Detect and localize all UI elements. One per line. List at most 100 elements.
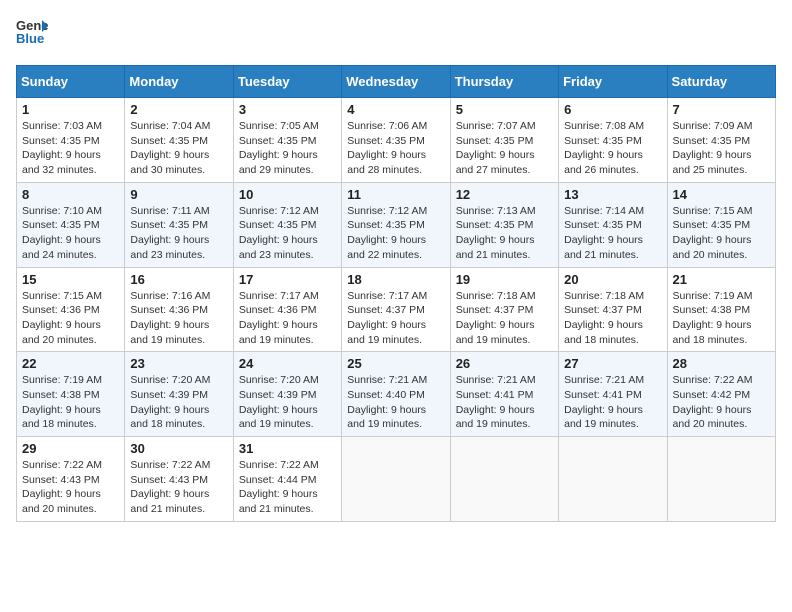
day-number: 22: [22, 356, 119, 371]
day-number: 23: [130, 356, 227, 371]
day-info: Sunrise: 7:21 AM Sunset: 4:41 PM Dayligh…: [564, 373, 661, 432]
calendar-cell: 14 Sunrise: 7:15 AM Sunset: 4:35 PM Dayl…: [667, 182, 775, 267]
day-info: Sunrise: 7:21 AM Sunset: 4:40 PM Dayligh…: [347, 373, 444, 432]
calendar-table: SundayMondayTuesdayWednesdayThursdayFrid…: [16, 65, 776, 522]
column-header-wednesday: Wednesday: [342, 66, 450, 98]
day-number: 4: [347, 102, 444, 117]
calendar-cell: 4 Sunrise: 7:06 AM Sunset: 4:35 PM Dayli…: [342, 98, 450, 183]
calendar-cell: 21 Sunrise: 7:19 AM Sunset: 4:38 PM Dayl…: [667, 267, 775, 352]
day-number: 31: [239, 441, 336, 456]
calendar-cell: 6 Sunrise: 7:08 AM Sunset: 4:35 PM Dayli…: [559, 98, 667, 183]
calendar-cell: 18 Sunrise: 7:17 AM Sunset: 4:37 PM Dayl…: [342, 267, 450, 352]
day-number: 27: [564, 356, 661, 371]
day-number: 19: [456, 272, 553, 287]
day-number: 10: [239, 187, 336, 202]
day-number: 14: [673, 187, 770, 202]
day-info: Sunrise: 7:20 AM Sunset: 4:39 PM Dayligh…: [130, 373, 227, 432]
calendar-cell: 23 Sunrise: 7:20 AM Sunset: 4:39 PM Dayl…: [125, 352, 233, 437]
calendar-cell: 25 Sunrise: 7:21 AM Sunset: 4:40 PM Dayl…: [342, 352, 450, 437]
day-info: Sunrise: 7:15 AM Sunset: 4:36 PM Dayligh…: [22, 289, 119, 348]
calendar-week-3: 15 Sunrise: 7:15 AM Sunset: 4:36 PM Dayl…: [17, 267, 776, 352]
day-info: Sunrise: 7:06 AM Sunset: 4:35 PM Dayligh…: [347, 119, 444, 178]
logo: General Blue: [16, 16, 48, 53]
day-info: Sunrise: 7:22 AM Sunset: 4:44 PM Dayligh…: [239, 458, 336, 517]
calendar-cell: 10 Sunrise: 7:12 AM Sunset: 4:35 PM Dayl…: [233, 182, 341, 267]
calendar-cell: 24 Sunrise: 7:20 AM Sunset: 4:39 PM Dayl…: [233, 352, 341, 437]
calendar-header-row: SundayMondayTuesdayWednesdayThursdayFrid…: [17, 66, 776, 98]
day-number: 28: [673, 356, 770, 371]
calendar-cell: 27 Sunrise: 7:21 AM Sunset: 4:41 PM Dayl…: [559, 352, 667, 437]
day-number: 24: [239, 356, 336, 371]
day-info: Sunrise: 7:21 AM Sunset: 4:41 PM Dayligh…: [456, 373, 553, 432]
day-info: Sunrise: 7:14 AM Sunset: 4:35 PM Dayligh…: [564, 204, 661, 263]
calendar-cell: 31 Sunrise: 7:22 AM Sunset: 4:44 PM Dayl…: [233, 437, 341, 522]
calendar-cell: 29 Sunrise: 7:22 AM Sunset: 4:43 PM Dayl…: [17, 437, 125, 522]
calendar-cell: 9 Sunrise: 7:11 AM Sunset: 4:35 PM Dayli…: [125, 182, 233, 267]
day-info: Sunrise: 7:22 AM Sunset: 4:43 PM Dayligh…: [22, 458, 119, 517]
calendar-cell: 20 Sunrise: 7:18 AM Sunset: 4:37 PM Dayl…: [559, 267, 667, 352]
calendar-cell: 17 Sunrise: 7:17 AM Sunset: 4:36 PM Dayl…: [233, 267, 341, 352]
calendar-cell: [450, 437, 558, 522]
day-info: Sunrise: 7:17 AM Sunset: 4:36 PM Dayligh…: [239, 289, 336, 348]
day-number: 16: [130, 272, 227, 287]
column-header-thursday: Thursday: [450, 66, 558, 98]
day-number: 9: [130, 187, 227, 202]
svg-text:Blue: Blue: [16, 31, 44, 46]
day-info: Sunrise: 7:09 AM Sunset: 4:35 PM Dayligh…: [673, 119, 770, 178]
day-number: 15: [22, 272, 119, 287]
calendar-cell: 7 Sunrise: 7:09 AM Sunset: 4:35 PM Dayli…: [667, 98, 775, 183]
day-info: Sunrise: 7:19 AM Sunset: 4:38 PM Dayligh…: [22, 373, 119, 432]
column-header-friday: Friday: [559, 66, 667, 98]
day-info: Sunrise: 7:16 AM Sunset: 4:36 PM Dayligh…: [130, 289, 227, 348]
day-number: 8: [22, 187, 119, 202]
calendar-cell: [342, 437, 450, 522]
day-number: 25: [347, 356, 444, 371]
day-info: Sunrise: 7:03 AM Sunset: 4:35 PM Dayligh…: [22, 119, 119, 178]
column-header-saturday: Saturday: [667, 66, 775, 98]
day-number: 20: [564, 272, 661, 287]
day-number: 18: [347, 272, 444, 287]
day-info: Sunrise: 7:07 AM Sunset: 4:35 PM Dayligh…: [456, 119, 553, 178]
calendar-cell: 1 Sunrise: 7:03 AM Sunset: 4:35 PM Dayli…: [17, 98, 125, 183]
day-info: Sunrise: 7:12 AM Sunset: 4:35 PM Dayligh…: [239, 204, 336, 263]
day-info: Sunrise: 7:08 AM Sunset: 4:35 PM Dayligh…: [564, 119, 661, 178]
calendar-cell: 16 Sunrise: 7:16 AM Sunset: 4:36 PM Dayl…: [125, 267, 233, 352]
calendar-cell: 8 Sunrise: 7:10 AM Sunset: 4:35 PM Dayli…: [17, 182, 125, 267]
calendar-cell: 12 Sunrise: 7:13 AM Sunset: 4:35 PM Dayl…: [450, 182, 558, 267]
calendar-cell: [559, 437, 667, 522]
calendar-cell: 28 Sunrise: 7:22 AM Sunset: 4:42 PM Dayl…: [667, 352, 775, 437]
day-info: Sunrise: 7:20 AM Sunset: 4:39 PM Dayligh…: [239, 373, 336, 432]
logo-icon: General Blue: [16, 16, 48, 53]
day-number: 2: [130, 102, 227, 117]
calendar-week-2: 8 Sunrise: 7:10 AM Sunset: 4:35 PM Dayli…: [17, 182, 776, 267]
column-header-sunday: Sunday: [17, 66, 125, 98]
column-header-tuesday: Tuesday: [233, 66, 341, 98]
day-number: 6: [564, 102, 661, 117]
column-header-monday: Monday: [125, 66, 233, 98]
calendar-week-4: 22 Sunrise: 7:19 AM Sunset: 4:38 PM Dayl…: [17, 352, 776, 437]
calendar-cell: 13 Sunrise: 7:14 AM Sunset: 4:35 PM Dayl…: [559, 182, 667, 267]
day-number: 13: [564, 187, 661, 202]
day-info: Sunrise: 7:13 AM Sunset: 4:35 PM Dayligh…: [456, 204, 553, 263]
day-info: Sunrise: 7:11 AM Sunset: 4:35 PM Dayligh…: [130, 204, 227, 263]
day-number: 3: [239, 102, 336, 117]
day-info: Sunrise: 7:17 AM Sunset: 4:37 PM Dayligh…: [347, 289, 444, 348]
day-info: Sunrise: 7:22 AM Sunset: 4:43 PM Dayligh…: [130, 458, 227, 517]
day-number: 12: [456, 187, 553, 202]
day-number: 5: [456, 102, 553, 117]
calendar-cell: 2 Sunrise: 7:04 AM Sunset: 4:35 PM Dayli…: [125, 98, 233, 183]
calendar-cell: 26 Sunrise: 7:21 AM Sunset: 4:41 PM Dayl…: [450, 352, 558, 437]
calendar-cell: 5 Sunrise: 7:07 AM Sunset: 4:35 PM Dayli…: [450, 98, 558, 183]
day-info: Sunrise: 7:05 AM Sunset: 4:35 PM Dayligh…: [239, 119, 336, 178]
day-info: Sunrise: 7:18 AM Sunset: 4:37 PM Dayligh…: [456, 289, 553, 348]
day-number: 29: [22, 441, 119, 456]
day-info: Sunrise: 7:10 AM Sunset: 4:35 PM Dayligh…: [22, 204, 119, 263]
calendar-cell: 15 Sunrise: 7:15 AM Sunset: 4:36 PM Dayl…: [17, 267, 125, 352]
day-info: Sunrise: 7:19 AM Sunset: 4:38 PM Dayligh…: [673, 289, 770, 348]
day-info: Sunrise: 7:12 AM Sunset: 4:35 PM Dayligh…: [347, 204, 444, 263]
calendar-week-5: 29 Sunrise: 7:22 AM Sunset: 4:43 PM Dayl…: [17, 437, 776, 522]
day-number: 21: [673, 272, 770, 287]
day-number: 17: [239, 272, 336, 287]
day-number: 30: [130, 441, 227, 456]
day-info: Sunrise: 7:22 AM Sunset: 4:42 PM Dayligh…: [673, 373, 770, 432]
